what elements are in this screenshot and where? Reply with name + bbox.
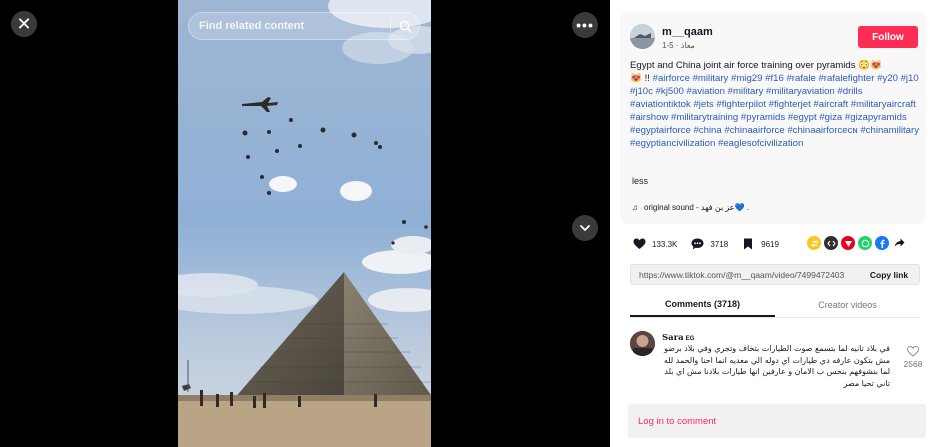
more-icon: •••	[576, 17, 594, 33]
info-panel: m__qaam معاذ · 5-1 Follow Egypt and Chin…	[610, 0, 932, 447]
post-card: m__qaam معاذ · 5-1 Follow Egypt and Chin…	[620, 12, 926, 224]
copy-link-button[interactable]: Copy link	[859, 270, 919, 280]
author-avatar[interactable]	[630, 24, 655, 49]
heart-outline-icon	[907, 346, 919, 357]
commenter-name-text: Sara	[662, 333, 684, 343]
close-button[interactable]: ✕	[11, 11, 37, 37]
chevron-down-icon	[580, 225, 590, 231]
share-row	[807, 236, 906, 250]
commenter-avatar[interactable]	[630, 331, 655, 356]
heart-icon	[632, 237, 646, 251]
comment-count: 3718	[710, 239, 729, 249]
video-link-box: https://www.tiktok.com/@m__qaam/video/74…	[630, 264, 920, 285]
comment-like-button[interactable]: 2568	[900, 346, 926, 369]
comment-icon	[690, 237, 704, 251]
music-note-icon: ♫	[632, 203, 638, 212]
video-frame	[178, 0, 431, 447]
tab-comments[interactable]: Comments (3718)	[630, 292, 775, 317]
author-subline: معاذ · 5-1	[662, 41, 695, 50]
like-count: 133.3K	[652, 239, 678, 249]
comment-text: في بلاد تانيه لما بتسمع صوت الطيارات بتخ…	[663, 344, 890, 388]
more-options-button[interactable]: •••	[572, 12, 598, 38]
follow-button[interactable]: Follow	[858, 26, 918, 48]
close-icon: ✕	[16, 14, 32, 34]
less-toggle[interactable]: less	[632, 176, 648, 186]
save-count: 9619	[761, 239, 779, 249]
video-viewer: ✕ Find related content •••	[0, 0, 610, 447]
repost-icon[interactable]	[807, 236, 821, 250]
tab-creator-videos[interactable]: Creator videos	[775, 292, 920, 317]
comment-like-count: 2568	[903, 359, 923, 369]
video-player[interactable]	[178, 0, 431, 447]
comment-item: Sara EG في بلاد تانيه لما بتسمع صوت الطيا…	[630, 328, 930, 393]
search-icon[interactable]	[391, 12, 419, 40]
save-stat[interactable]: 9619	[741, 237, 779, 251]
commenter-name[interactable]: Sara EG	[662, 333, 694, 343]
description-hashtags[interactable]: #airforce #military #mig29 #f16 #rafale …	[630, 73, 919, 149]
next-video-button[interactable]	[572, 215, 598, 241]
like-stat[interactable]: 133.3K	[632, 237, 677, 251]
embed-icon[interactable]	[824, 236, 838, 250]
comment-stat[interactable]: 3718	[690, 237, 728, 251]
forward-icon[interactable]	[892, 236, 906, 250]
music-link[interactable]: ♫ original sound - عز بن فهد💙 .	[632, 203, 749, 212]
author-username[interactable]: m__qaam	[662, 26, 713, 38]
pinterest-icon[interactable]	[841, 236, 855, 250]
search-input[interactable]	[189, 13, 390, 39]
comment-tabs: Comments (3718) Creator videos	[630, 292, 920, 318]
search-bar[interactable]	[188, 12, 420, 40]
video-description: Egypt and China joint air force training…	[630, 59, 920, 150]
facebook-icon[interactable]	[875, 236, 889, 250]
commenter-flag: EG	[685, 336, 695, 342]
whatsapp-icon[interactable]	[858, 236, 872, 250]
engagement-stats: 133.3K 3718 9619	[632, 236, 792, 252]
login-to-comment[interactable]: Log in to comment	[628, 404, 926, 438]
video-url[interactable]: https://www.tiktok.com/@m__qaam/video/74…	[631, 270, 859, 280]
bookmark-icon	[741, 237, 755, 251]
music-label: original sound - عز بن فهد💙 .	[644, 203, 749, 212]
